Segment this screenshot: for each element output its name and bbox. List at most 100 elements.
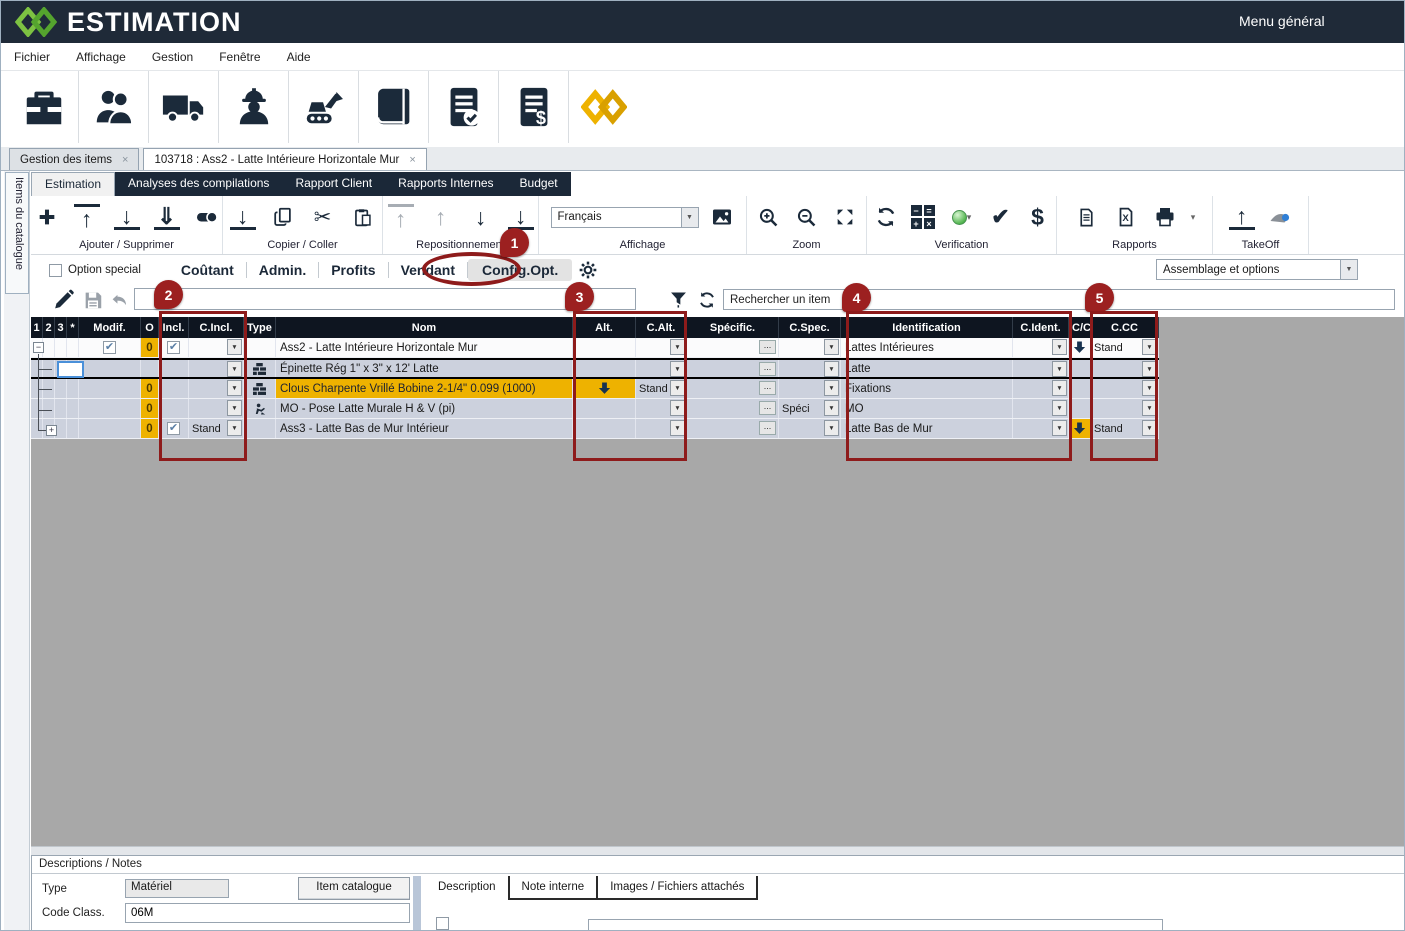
col-alt[interactable]: Alt. [573, 317, 636, 338]
report-document-button[interactable] [1074, 204, 1100, 230]
add-above-button[interactable]: ↑ [74, 204, 100, 230]
item-catalogue-button[interactable]: Item catalogue [298, 877, 410, 900]
panel-scrollbar[interactable] [413, 876, 421, 931]
incl-checkbox[interactable]: ✔ [167, 341, 180, 354]
dropdown-arrow[interactable]: ▼ [824, 361, 839, 377]
dropdown-arrow[interactable]: ▼ [670, 339, 685, 355]
option-special-checkbox[interactable]: Option special [49, 264, 141, 277]
col-c-alt[interactable]: C.Alt. [636, 317, 687, 338]
tab-coutant[interactable]: Coûtant [169, 260, 246, 280]
dropdown-arrow[interactable]: ▼ [1052, 361, 1067, 377]
document-check-button[interactable] [429, 71, 499, 143]
menu-affichage[interactable]: Affichage [76, 50, 126, 64]
recalculate-button[interactable] [873, 204, 899, 230]
tab-profits[interactable]: Profits [319, 260, 387, 280]
paste-button[interactable] [350, 204, 376, 230]
takeoff-export-button[interactable]: ↑ [1229, 204, 1255, 230]
tab-analyses-compilations[interactable]: Analyses des compilations [115, 172, 282, 196]
edit-button[interactable] [51, 287, 76, 312]
horizontal-scrollbar[interactable] [31, 846, 1405, 855]
table-row[interactable]: 0 ▼ MO - Pose Latte Murale H & V (pi) ▼ … [31, 399, 1159, 419]
add-below-button[interactable]: ↓ [114, 204, 140, 230]
dropdown-arrow[interactable]: ▼ [1052, 420, 1067, 436]
dropdown-arrow[interactable]: ▼ [670, 361, 685, 377]
add-item-button[interactable] [34, 204, 60, 230]
refresh-search-button[interactable] [697, 290, 717, 310]
col-3[interactable]: 3 [55, 317, 67, 338]
price-check-button[interactable]: $ [1025, 204, 1051, 230]
dropdown-arrow[interactable]: ▼ [670, 400, 685, 416]
toggle-button[interactable] [194, 204, 220, 230]
dropdown-arrow[interactable]: ▼ [1142, 339, 1157, 355]
tab-note-interne[interactable]: Note interne [510, 876, 599, 900]
collapse-expander[interactable]: − [33, 342, 44, 353]
col-c-spec[interactable]: C.Spec. [779, 317, 841, 338]
checkbox-icon[interactable] [49, 264, 62, 277]
table-row[interactable]: 0 ✔ Stand▼ Ass3 - Latte Bas de Mur Intér… [31, 419, 1159, 439]
col-modif[interactable]: Modif. [79, 317, 141, 338]
filter-button[interactable] [668, 289, 689, 310]
col-type[interactable]: Type [244, 317, 276, 338]
reports-dropdown-icon[interactable]: ▾ [1191, 212, 1196, 223]
search-input[interactable] [723, 289, 1395, 310]
catalogue-button[interactable] [359, 71, 429, 143]
col-1[interactable]: 1 [31, 317, 43, 338]
language-select[interactable]: Français ▼ [551, 207, 699, 228]
menu-fichier[interactable]: Fichier [14, 50, 50, 64]
col-nom[interactable]: Nom [276, 317, 573, 338]
ellipsis-button[interactable]: ... [759, 340, 776, 354]
menu-general-label[interactable]: Menu général [1239, 13, 1325, 29]
dropdown-arrow[interactable]: ▼ [1142, 400, 1157, 416]
dropdown-arrow[interactable]: ▼ [1052, 400, 1067, 416]
dropdown-arrow[interactable]: ▼ [670, 380, 685, 396]
zoom-out-button[interactable] [794, 204, 820, 230]
col-identification[interactable]: Identification [841, 317, 1013, 338]
code-class-input[interactable] [125, 903, 410, 923]
tab-vendant[interactable]: Vendant [389, 260, 467, 280]
dropdown-arrow[interactable]: ▼ [227, 380, 242, 396]
col-2[interactable]: 2 [43, 317, 55, 338]
estimation-home-button[interactable] [569, 71, 639, 143]
menu-fenetre[interactable]: Fenêtre [219, 50, 260, 64]
worker-button[interactable] [219, 71, 289, 143]
dropdown-arrow[interactable]: ▼ [1142, 361, 1157, 377]
dropdown-arrow[interactable]: ▼ [824, 400, 839, 416]
truck-button[interactable] [149, 71, 219, 143]
ellipsis-button[interactable]: ... [759, 381, 776, 395]
move-up-button[interactable]: ↑ [428, 204, 454, 230]
tab-config-opt[interactable]: Config.Opt. [468, 259, 572, 281]
table-row-selected[interactable]: ▼ Épinette Rég 1" x 3" x 12' Latte ▼ ...… [31, 358, 1159, 379]
col-specific[interactable]: Spécific. [687, 317, 779, 338]
undo-button[interactable] [110, 290, 131, 311]
tab-budget[interactable]: Budget [507, 172, 571, 196]
focused-cell[interactable] [57, 361, 84, 378]
close-icon[interactable]: × [409, 154, 415, 166]
tab-admin[interactable]: Admin. [247, 260, 318, 280]
ellipsis-button[interactable]: ... [759, 401, 776, 415]
validate-button[interactable]: ✔ [988, 204, 1014, 230]
expand-expander[interactable]: + [46, 425, 57, 436]
tab-description[interactable]: Description [426, 876, 510, 900]
move-down-button[interactable]: ↓ [468, 204, 494, 230]
dropdown-arrow[interactable]: ▼ [824, 420, 839, 436]
move-top-button[interactable]: ↑ [388, 204, 414, 230]
dropdown-arrow[interactable]: ▼ [1142, 420, 1157, 436]
note-checkbox[interactable] [436, 917, 449, 930]
move-bottom-button[interactable]: ↓ [508, 204, 534, 230]
tab-images-fichiers[interactable]: Images / Fichiers attachés [598, 876, 758, 900]
col-o[interactable]: O [141, 317, 159, 338]
dropdown-arrow[interactable]: ▼ [227, 339, 242, 355]
equipment-button[interactable] [289, 71, 359, 143]
copy-button[interactable] [270, 204, 296, 230]
calculation-button[interactable]: −= +× [910, 204, 936, 230]
tab-estimation[interactable]: Estimation [31, 172, 115, 196]
fit-screen-button[interactable] [832, 204, 858, 230]
col-c-cc[interactable]: C.CC [1091, 317, 1159, 338]
table-row[interactable]: 0 ▼ Clous Charpente Vrillé Bobine 2-1/4"… [31, 379, 1159, 399]
dropdown-arrow[interactable]: ▼ [824, 339, 839, 355]
zoom-in-button[interactable] [756, 204, 782, 230]
dropdown-arrow[interactable]: ▼ [824, 380, 839, 396]
dropdown-arrow[interactable]: ▼ [227, 400, 242, 416]
ellipsis-button[interactable]: ... [759, 421, 776, 435]
document-price-button[interactable]: $ [499, 71, 569, 143]
